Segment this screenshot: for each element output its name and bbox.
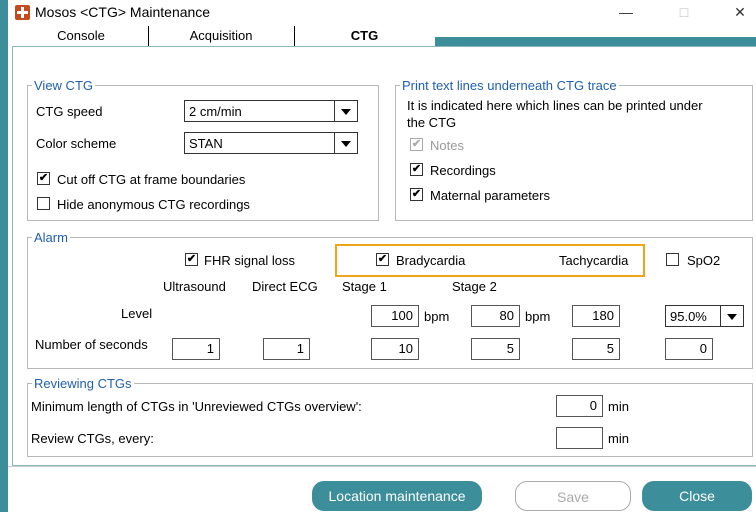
seconds-ultrasound-input[interactable]: 1	[172, 338, 220, 360]
print-lines-group: Print text lines underneath CTG trace It…	[395, 78, 753, 221]
print-lines-desc-2: the CTG	[407, 115, 457, 130]
window-title: Mosos <CTG> Maintenance	[35, 4, 211, 20]
notes-label: Notes	[430, 138, 464, 153]
alarm-group: Alarm ✔ FHR signal loss ✔ Bradycardia Ta…	[27, 230, 753, 369]
ctg-speed-label: CTG speed	[36, 104, 103, 119]
fhr-loss-checkbox[interactable]: ✔	[185, 253, 198, 266]
window: Mosos <CTG> Maintenance — □ ✕ Console Ac…	[8, 0, 756, 512]
bradycardia-checkbox[interactable]: ✔	[376, 253, 389, 266]
hide-anonymous-checkbox[interactable]	[37, 197, 50, 210]
save-button[interactable]: Save	[515, 481, 631, 511]
chevron-down-icon[interactable]	[720, 306, 743, 326]
seconds-label: Number of seconds	[35, 337, 148, 352]
seconds-tachycardia-input[interactable]: 5	[572, 338, 620, 360]
review-every-input[interactable]	[556, 427, 603, 449]
cutoff-checkbox[interactable]: ✔	[37, 172, 50, 185]
spo2-label: SpO2	[687, 253, 721, 268]
print-lines-legend: Print text lines underneath CTG trace	[400, 78, 619, 93]
chevron-down-icon[interactable]	[334, 133, 357, 153]
tab-console[interactable]: Console	[14, 26, 149, 46]
col-direct-ecg: Direct ECG	[252, 279, 318, 294]
level-stage1-input[interactable]: 100	[371, 305, 419, 327]
level-stage2-unit: bpm	[525, 309, 551, 324]
level-tachycardia-input[interactable]: 180	[572, 305, 620, 327]
col-ultrasound: Ultrasound	[163, 279, 226, 294]
maternal-label: Maternal parameters	[430, 188, 550, 203]
bradycardia-label: Bradycardia	[396, 253, 466, 268]
tab-acquisition[interactable]: Acquisition	[148, 26, 295, 46]
color-scheme-select[interactable]: STAN	[184, 132, 358, 154]
ctg-panel: View CTG CTG speed 2 cm/min Color scheme…	[12, 46, 756, 466]
alarm-legend: Alarm	[32, 230, 70, 245]
view-ctg-legend: View CTG	[32, 78, 95, 93]
ctg-speed-select[interactable]: 2 cm/min	[184, 100, 358, 122]
notes-checkbox[interactable]: ✔	[410, 138, 423, 151]
close-window-button[interactable]: ✕	[726, 2, 754, 22]
level-spo2-select[interactable]: 95.0%	[665, 305, 744, 327]
color-scheme-value: STAN	[189, 136, 223, 151]
recordings-label: Recordings	[430, 163, 496, 178]
minimize-button[interactable]: —	[612, 2, 640, 22]
col-stage-1: Stage 1	[342, 279, 387, 294]
fhr-loss-label: FHR signal loss	[204, 253, 296, 268]
reviewing-legend: Reviewing CTGs	[32, 376, 134, 391]
chevron-down-icon[interactable]	[334, 101, 357, 121]
level-stage1-unit: bpm	[424, 309, 450, 324]
location-maintenance-button[interactable]: Location maintenance	[312, 481, 482, 511]
tab-ctg[interactable]: CTG	[294, 26, 435, 46]
color-scheme-label: Color scheme	[36, 136, 117, 151]
min-length-unit: min	[608, 399, 629, 414]
level-spo2-value: 95.0%	[670, 309, 707, 324]
close-button[interactable]: Close	[642, 481, 752, 511]
seconds-spo2-input[interactable]: 0	[665, 338, 713, 360]
min-length-input[interactable]: 0	[556, 395, 603, 417]
seconds-direct-ecg-input[interactable]: 1	[263, 338, 310, 360]
title-bar: Mosos <CTG> Maintenance — □ ✕	[8, 0, 756, 24]
view-ctg-group: View CTG CTG speed 2 cm/min Color scheme…	[27, 78, 379, 221]
seconds-stage1-input[interactable]: 10	[371, 338, 419, 360]
review-every-label: Review CTGs, every:	[31, 431, 154, 446]
maternal-checkbox[interactable]: ✔	[410, 188, 423, 201]
col-stage-2: Stage 2	[452, 279, 497, 294]
spo2-checkbox[interactable]	[666, 253, 679, 266]
level-label: Level	[121, 306, 153, 321]
maximize-button[interactable]: □	[670, 2, 698, 22]
reviewing-group: Reviewing CTGs Minimum length of CTGs in…	[27, 376, 753, 457]
recordings-checkbox[interactable]: ✔	[410, 163, 423, 176]
hide-anonymous-label: Hide anonymous CTG recordings	[57, 197, 250, 212]
review-every-unit: min	[608, 431, 629, 446]
ctg-speed-value: 2 cm/min	[189, 104, 242, 119]
cutoff-label: Cut off CTG at frame boundaries	[57, 172, 246, 187]
print-lines-desc-1: It is indicated here which lines can be …	[407, 98, 703, 113]
min-length-label: Minimum length of CTGs in 'Unreviewed CT…	[31, 399, 362, 414]
level-stage2-input[interactable]: 80	[471, 305, 520, 327]
tachycardia-label: Tachycardia	[559, 253, 629, 268]
seconds-stage2-input[interactable]: 5	[471, 338, 520, 360]
app-icon	[15, 5, 30, 20]
